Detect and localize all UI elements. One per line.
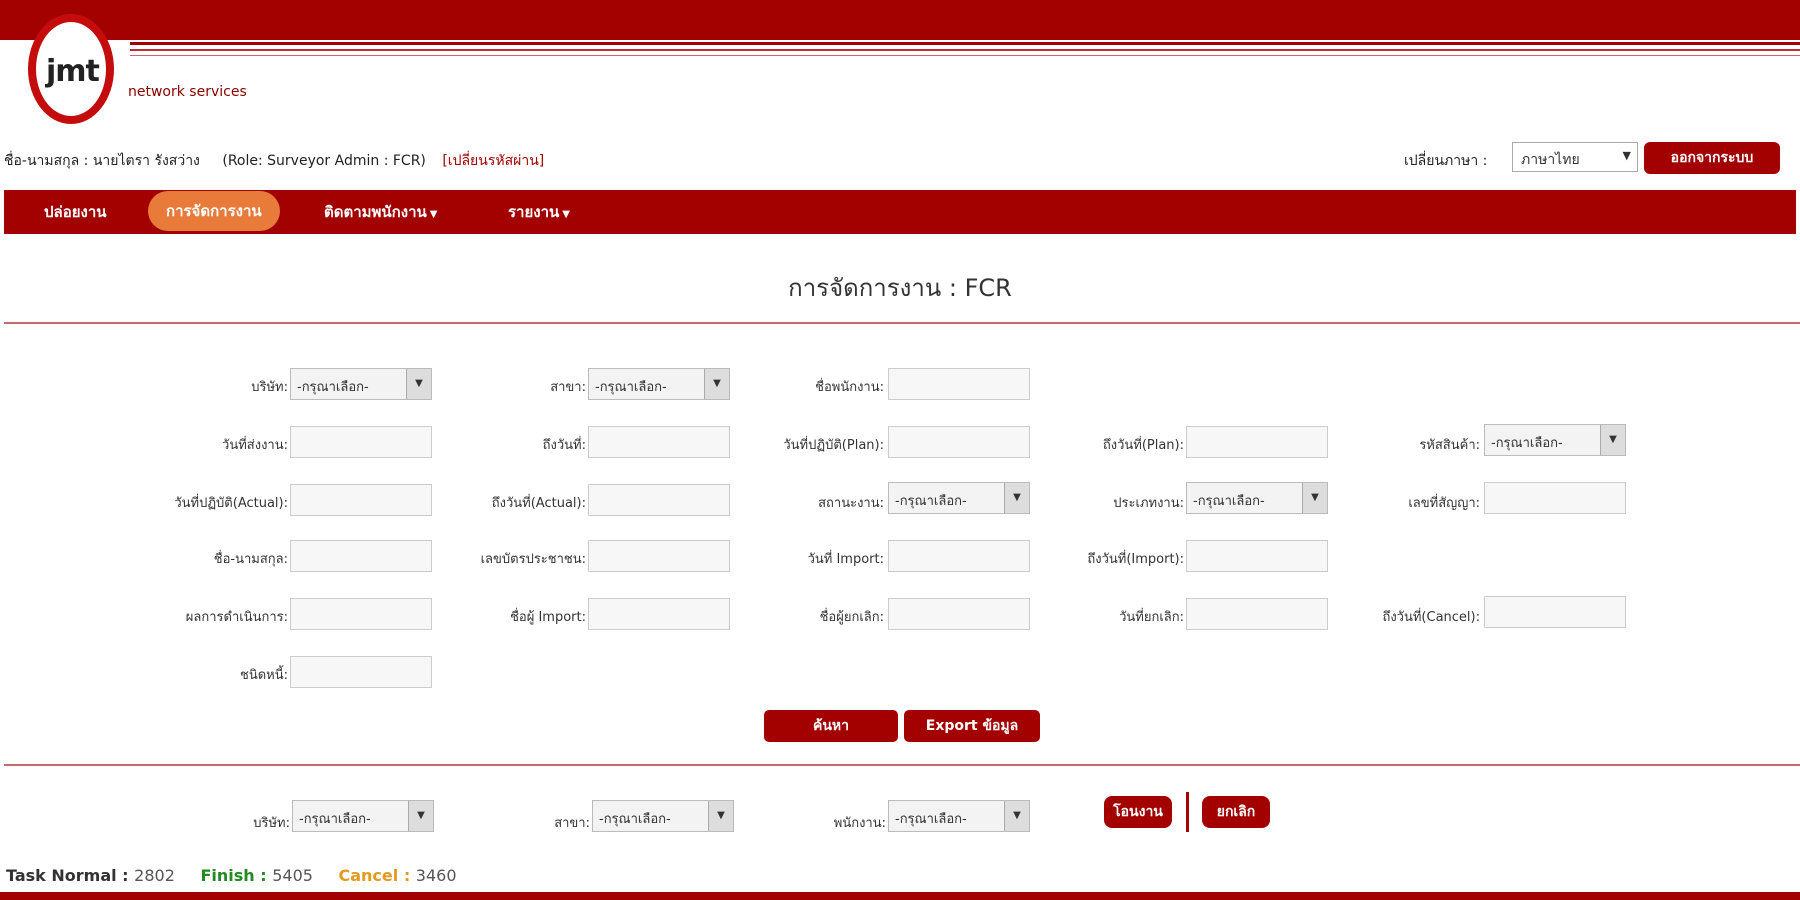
assign-staff-select[interactable]: -กรุณาเลือก- ▼ (888, 800, 1030, 832)
logout-button[interactable]: ออกจากระบบ (1644, 142, 1780, 174)
import-to-input[interactable] (1186, 540, 1328, 572)
branch-label: สาขา: (550, 380, 586, 395)
user-name: ชื่อ-นามสกุล : นายไตรา รังสว่าง (4, 153, 200, 169)
assign-company-select[interactable]: -กรุณาเลือก- ▼ (292, 800, 434, 832)
main-nav: ปล่อยงาน การจัดการงาน ติดตามพนักงาน ▼ ราย… (4, 190, 1796, 234)
nav-release-task[interactable]: ปล่อยงาน (44, 190, 107, 234)
assign-company-value: -กรุณาเลือก- (299, 812, 371, 827)
logo-subtitle: network services (128, 84, 247, 100)
cancel-date-input[interactable] (1186, 598, 1328, 630)
chevron-down-icon: ▼ (1004, 801, 1029, 831)
cancel-user-label: ชื่อผู้ยกเลิก: (819, 610, 884, 625)
divider (4, 764, 1800, 766)
change-password-link[interactable]: [เปลี่ยนรหัสผ่าน] (442, 153, 544, 169)
assign-staff-label: พนักงาน: (833, 816, 886, 831)
top-banner (0, 0, 1800, 40)
cancel-to-input[interactable] (1484, 596, 1626, 628)
employee-input[interactable] (888, 368, 1030, 400)
import-date-label: วันที่ Import: (807, 552, 884, 567)
plan-date-input[interactable] (888, 426, 1030, 458)
to-date-label: ถึงวันที่: (542, 438, 586, 453)
result-label: ผลการดำเนินการ: (185, 610, 288, 625)
table-header-strip (0, 892, 1800, 900)
customer-input[interactable] (290, 540, 432, 572)
type-label: ประเภทงาน: (1113, 496, 1184, 511)
transfer-button[interactable]: โอนงาน (1104, 796, 1172, 828)
plan-date-label: วันที่ปฏิบัติ(Plan): (783, 438, 884, 453)
cancel-label: Cancel : (338, 866, 411, 885)
plan-to-label: ถึงวันที่(Plan): (1102, 438, 1184, 453)
cancel-user-input[interactable] (888, 598, 1030, 630)
company-select-value: -กรุณาเลือก- (297, 380, 369, 395)
contract-input[interactable] (1484, 482, 1626, 514)
send-date-input[interactable] (290, 426, 432, 458)
language-value: ภาษาไทย (1521, 152, 1580, 168)
type-select[interactable]: -กรุณาเลือก- ▼ (1186, 482, 1328, 514)
customer-label: ชื่อ-นามสกุล: (213, 552, 288, 567)
product-select-value: -กรุณาเลือก- (1491, 436, 1563, 451)
finish-label: Finish : (200, 866, 267, 885)
assign-staff-value: -กรุณาเลือก- (895, 812, 967, 827)
language-label: เปลี่ยนภาษา : (1404, 153, 1488, 169)
to-date-input[interactable] (588, 426, 730, 458)
chevron-down-icon: ▼ (1600, 425, 1625, 455)
cancel-date-label: วันที่ยกเลิก: (1119, 610, 1184, 625)
plan-to-input[interactable] (1186, 426, 1328, 458)
chevron-down-icon: ▼ (1622, 149, 1631, 162)
search-button[interactable]: ค้นหา (764, 710, 898, 742)
user-info: ชื่อ-นามสกุล : นายไตรา รังสว่าง (Role: S… (4, 150, 544, 172)
import-to-label: ถึงวันที่(Import): (1087, 552, 1184, 567)
import-user-input[interactable] (588, 598, 730, 630)
idcard-input[interactable] (588, 540, 730, 572)
product-select[interactable]: -กรุณาเลือก- ▼ (1484, 424, 1626, 456)
export-button[interactable]: Export ข้อมูล (904, 710, 1040, 742)
status-select[interactable]: -กรุณาเลือก- ▼ (888, 482, 1030, 514)
status-select-value: -กรุณาเลือก- (895, 494, 967, 509)
task-summary: Task Normal : 2802 Finish : 5405 Cancel … (6, 866, 477, 885)
company-label: บริษัท: (251, 380, 288, 395)
caret-down-icon: ▼ (429, 209, 438, 220)
actual-date-input[interactable] (290, 484, 432, 516)
branch-select-value: -กรุณาเลือก- (595, 380, 667, 395)
user-role: (Role: Surveyor Admin : FCR) (222, 153, 426, 169)
actual-to-label: ถึงวันที่(Actual): (491, 496, 586, 511)
assign-company-label: บริษัท: (253, 816, 290, 831)
contract-label: เลขที่สัญญา: (1408, 496, 1480, 511)
cancel-button[interactable]: ยกเลิก (1202, 796, 1270, 828)
assign-branch-select[interactable]: -กรุณาเลือก- ▼ (592, 800, 734, 832)
branch-select[interactable]: -กรุณาเลือก- ▼ (588, 368, 730, 400)
company-logo[interactable]: jmt (28, 14, 120, 124)
employee-label: ชื่อพนักงาน: (815, 380, 884, 395)
type-select-value: -กรุณาเลือก- (1193, 494, 1265, 509)
nav-track-staff[interactable]: ติดตามพนักงาน ▼ (324, 190, 437, 234)
actual-date-label: วันที่ปฏิบัติ(Actual): (174, 496, 288, 511)
button-separator (1186, 792, 1189, 832)
nav-report[interactable]: รายงาน ▼ (508, 190, 570, 234)
caret-down-icon: ▼ (562, 209, 570, 220)
language-select[interactable]: ภาษาไทย ▼ (1512, 142, 1638, 172)
finish-count: 5405 (272, 866, 313, 885)
assign-branch-value: -กรุณาเลือก- (599, 812, 671, 827)
cancel-to-label: ถึงวันที่(Cancel): (1382, 610, 1480, 625)
normal-label: Task Normal : (6, 866, 129, 885)
product-label: รหัสสินค้า: (1419, 438, 1480, 453)
import-user-label: ชื่อผู้ Import: (510, 610, 586, 625)
send-date-label: วันที่ส่งงาน: (222, 438, 288, 453)
idcard-label: เลขบัตรประชาชน: (480, 552, 586, 567)
divider (4, 322, 1800, 324)
nav-task-management[interactable]: การจัดการงาน (148, 191, 280, 231)
debt-label: ชนิดหนี้: (240, 668, 288, 683)
logo-text: jmt (46, 54, 100, 89)
debt-input[interactable] (290, 656, 432, 688)
result-input[interactable] (290, 598, 432, 630)
normal-count: 2802 (134, 866, 175, 885)
assign-branch-label: สาขา: (554, 816, 590, 831)
status-label: สถานะงาน: (818, 496, 884, 511)
company-select[interactable]: -กรุณาเลือก- ▼ (290, 368, 432, 400)
header-stripes (130, 42, 1800, 64)
cancel-count: 3460 (415, 866, 457, 885)
import-date-input[interactable] (888, 540, 1030, 572)
page-title: การจัดการงาน : FCR (788, 274, 1012, 302)
actual-to-input[interactable] (588, 484, 730, 516)
